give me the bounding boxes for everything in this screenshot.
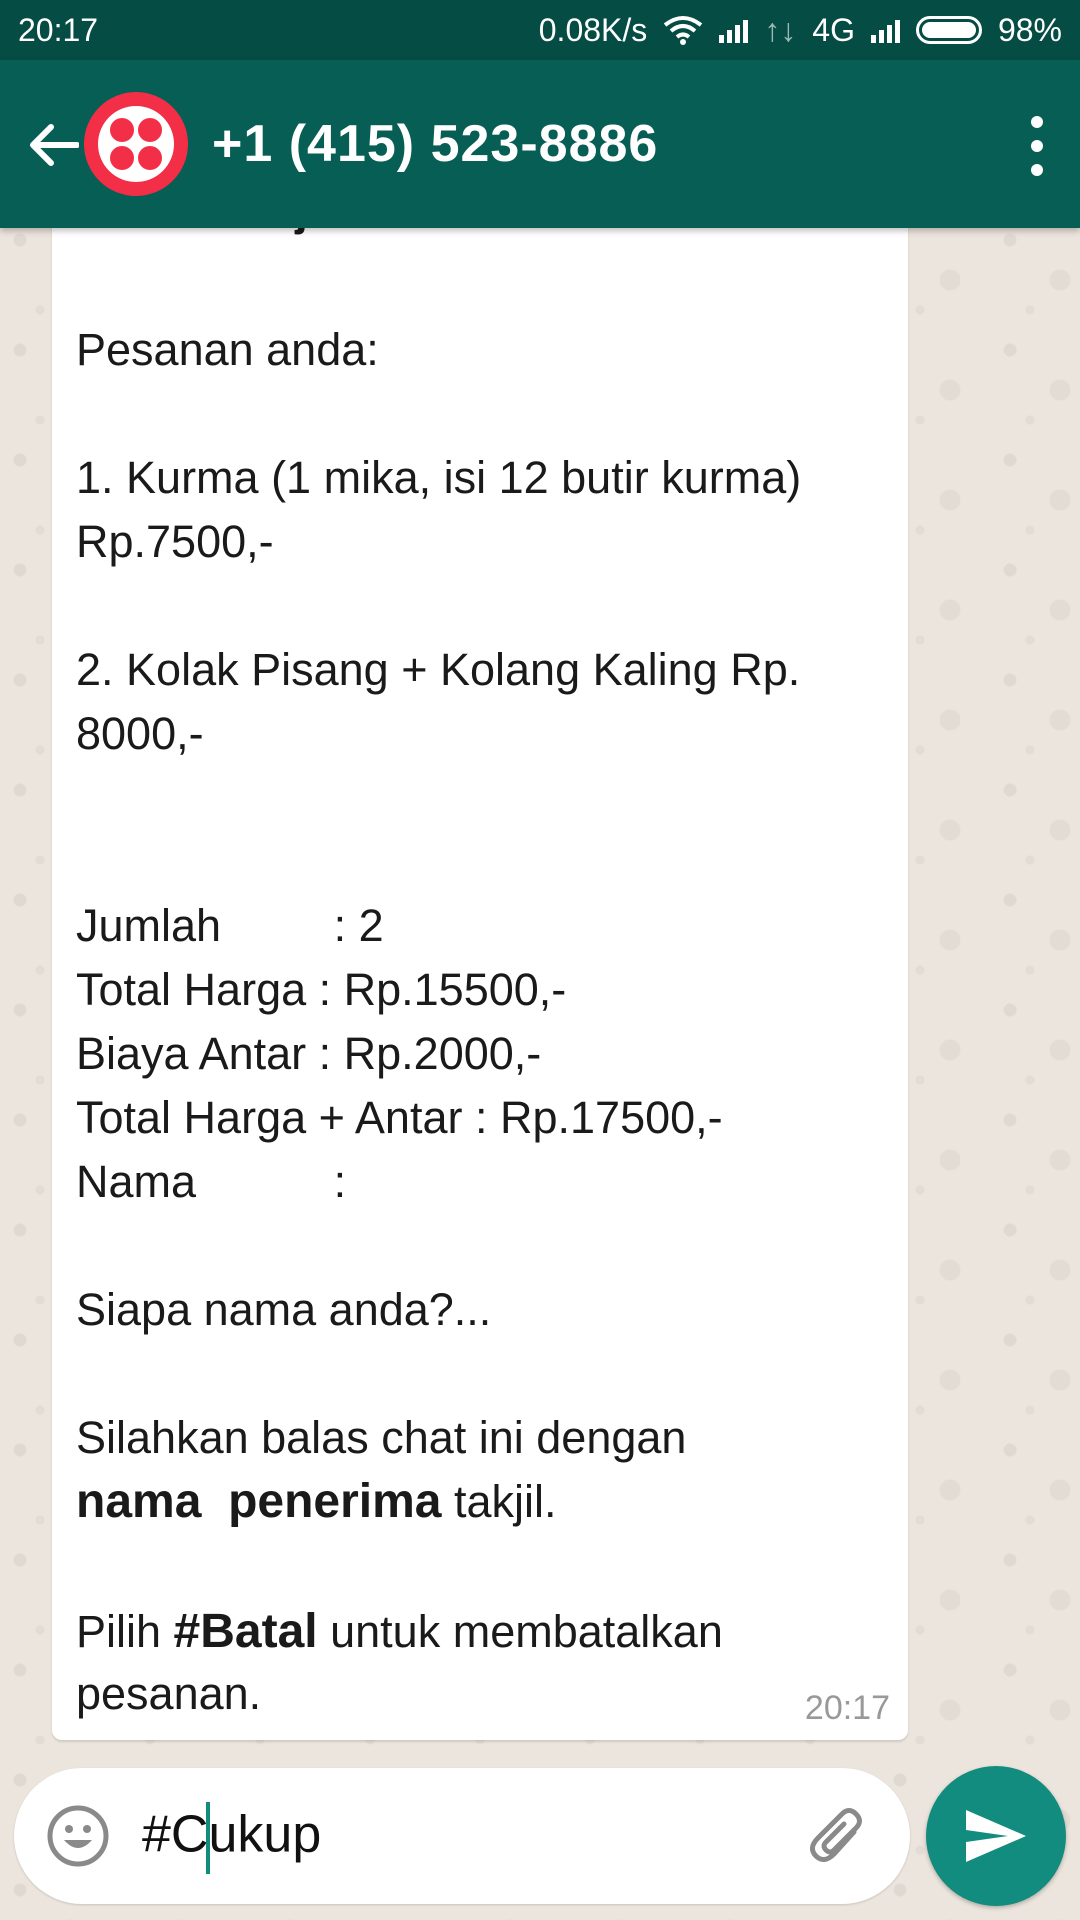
- message-line: Total Harga : Rp.15500,-: [76, 964, 567, 1015]
- menu-dots-icon: [1031, 116, 1043, 128]
- contact-name[interactable]: +1 (415) 523-8886: [212, 114, 658, 174]
- message-input-text: ukup: [208, 1805, 322, 1864]
- signal-icon: [719, 17, 749, 43]
- message-text: takjil.: [441, 1476, 557, 1527]
- message-line: pesanan.: [76, 1668, 262, 1719]
- message-line: Pesanan anda:: [76, 324, 379, 375]
- message-line: Rp.7500,-: [76, 516, 274, 567]
- incoming-message-bubble[interactable]: Pesan Takjil. Pesanan anda: 1. Kurma (1 …: [52, 200, 908, 1740]
- battery-level: 98%: [997, 11, 1062, 48]
- wifi-icon: [664, 16, 703, 45]
- message-line: Biaya Antar : Rp.2000,-: [76, 1028, 542, 1079]
- network-speed: 0.08K/s: [538, 11, 648, 48]
- battery-icon: [915, 16, 982, 44]
- message-line: Nama :: [76, 1156, 347, 1207]
- message-cancel-line: Pilih #Batal untuk membatalkan: [76, 1604, 723, 1659]
- bold-text: nama penerima: [76, 1475, 442, 1528]
- message-line: 8000,-: [76, 708, 204, 759]
- chat-header: +1 (415) 523-8886: [0, 60, 1080, 228]
- message-line: Total Harga + Antar : Rp.17500,-: [76, 1092, 723, 1143]
- message-input[interactable]: #Cukup: [142, 1802, 321, 1874]
- message-line: Jumlah : 2: [76, 900, 384, 951]
- status-indicators: 0.08K/s ↑↓ 4G 98%: [539, 12, 1062, 49]
- back-arrow-icon: [30, 124, 79, 166]
- network-type: 4G: [812, 11, 855, 48]
- message-timestamp: 20:17: [804, 1689, 890, 1727]
- message-text: Pilih: [76, 1606, 174, 1657]
- message-line: Siapa nama anda?...: [76, 1284, 492, 1335]
- send-icon: [966, 1810, 1026, 1862]
- message-text: untuk membatalkan: [317, 1606, 723, 1657]
- status-time: 20:17: [18, 11, 99, 48]
- message-line: Silahkan balas chat ini dengan: [76, 1412, 687, 1463]
- message-composer: #Cukup: [14, 1768, 910, 1904]
- send-button[interactable]: [926, 1766, 1066, 1906]
- contact-avatar[interactable]: [84, 92, 188, 196]
- overflow-menu-button[interactable]: [1022, 116, 1052, 176]
- message-line: 1. Kurma (1 mika, isi 12 butir kurma): [76, 452, 802, 503]
- twilio-logo-icon: [98, 106, 174, 182]
- emoji-icon[interactable]: [46, 1804, 110, 1868]
- data-arrows-icon: ↑↓: [764, 11, 797, 48]
- message-reply-line: nama penerima takjil.: [76, 1474, 557, 1529]
- signal-icon-2: [870, 17, 900, 43]
- attach-icon[interactable]: [802, 1802, 874, 1874]
- bold-text: #Batal: [173, 1605, 318, 1658]
- message-input-text: #C: [142, 1805, 209, 1864]
- message-line: 2. Kolak Pisang + Kolang Kaling Rp.: [76, 644, 801, 695]
- status-bar: 20:17 0.08K/s ↑↓ 4G 98%: [0, 0, 1080, 60]
- back-button[interactable]: [18, 110, 88, 180]
